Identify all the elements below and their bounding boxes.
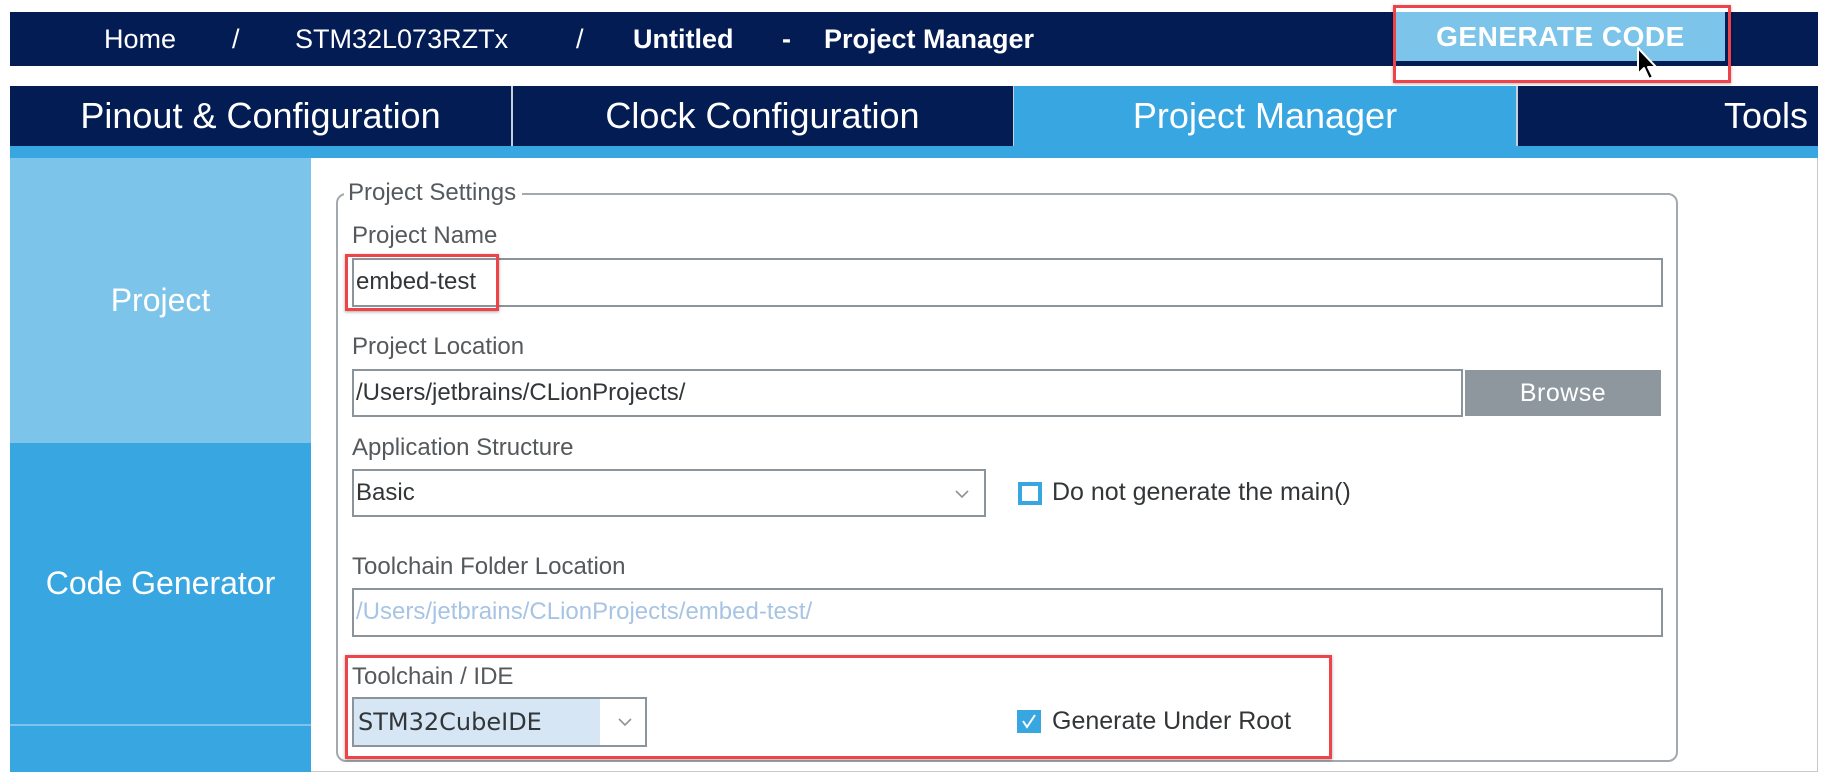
sidebar-item-code-generator[interactable]: Code Generator [10,443,311,726]
breadcrumb-home[interactable]: Home [104,12,176,66]
toolchain-ide-label: Toolchain / IDE [352,663,514,690]
chevron-down-icon[interactable] [955,487,969,501]
generate-under-root-label: Generate Under Root [1052,707,1292,735]
sidebar: Project Code Generator [10,158,311,772]
breadcrumb-separator: / [576,24,584,54]
breadcrumb-separator: - [782,24,791,54]
tab-project-manager[interactable]: Project Manager [1014,86,1518,146]
breadcrumb-project[interactable]: Untitled [633,12,734,66]
tab-label: Clock Configuration [605,95,920,136]
toolchain-folder-input: /Users/jetbrains/CLionProjects/embed-tes… [352,588,1663,637]
project-name-label: Project Name [352,222,498,249]
project-location-label: Project Location [352,333,525,360]
do-not-generate-main-label: Do not generate the main() [1052,478,1351,506]
project-settings-legend: Project Settings [344,178,523,208]
tab-pinout-configuration[interactable]: Pinout & Configuration [10,86,513,146]
content-border [311,771,1818,772]
application-structure-label: Application Structure [352,434,574,461]
application-structure-value: Basic [356,479,415,506]
sidebar-item-project[interactable]: Project [10,158,311,443]
generate-under-root-checkbox[interactable] [1017,710,1041,733]
main-tabs: Pinout & Configuration Clock Configurati… [10,86,1818,146]
toolchain-ide-value: STM32CubeIDE [358,708,542,736]
sidebar-item-label: Project [110,282,211,318]
tab-label: Pinout & Configuration [80,95,441,136]
breadcrumb-separator: / [232,24,240,54]
generate-code-button[interactable]: GENERATE CODE [1396,12,1725,64]
browse-button[interactable]: Browse [1465,370,1661,416]
checkmark-icon [1022,714,1036,729]
project-name-input[interactable]: embed-test [352,258,1663,307]
project-location-input[interactable]: /Users/jetbrains/CLionProjects/ [352,369,1463,417]
sidebar-item-advanced[interactable] [10,726,311,772]
toolchain-folder-label: Toolchain Folder Location [352,553,626,580]
tab-label: Tools [1723,95,1808,136]
tab-underline-strip [10,146,1818,158]
application-structure-select[interactable]: Basic [352,469,986,517]
tab-label: Project Manager [1132,95,1398,136]
toolchain-ide-select[interactable]: STM32CubeIDE [352,697,647,747]
sidebar-item-label: Code Generator [45,565,276,601]
content-border [1817,158,1818,772]
tab-clock-configuration[interactable]: Clock Configuration [512,86,1015,146]
breadcrumb-page: Project Manager [824,24,1035,54]
tab-tools[interactable]: Tools [1517,86,1818,146]
do-not-generate-main-checkbox[interactable] [1018,482,1042,505]
breadcrumb-device[interactable]: STM32L073RZTx [295,12,508,66]
chevron-down-icon[interactable] [618,715,632,729]
